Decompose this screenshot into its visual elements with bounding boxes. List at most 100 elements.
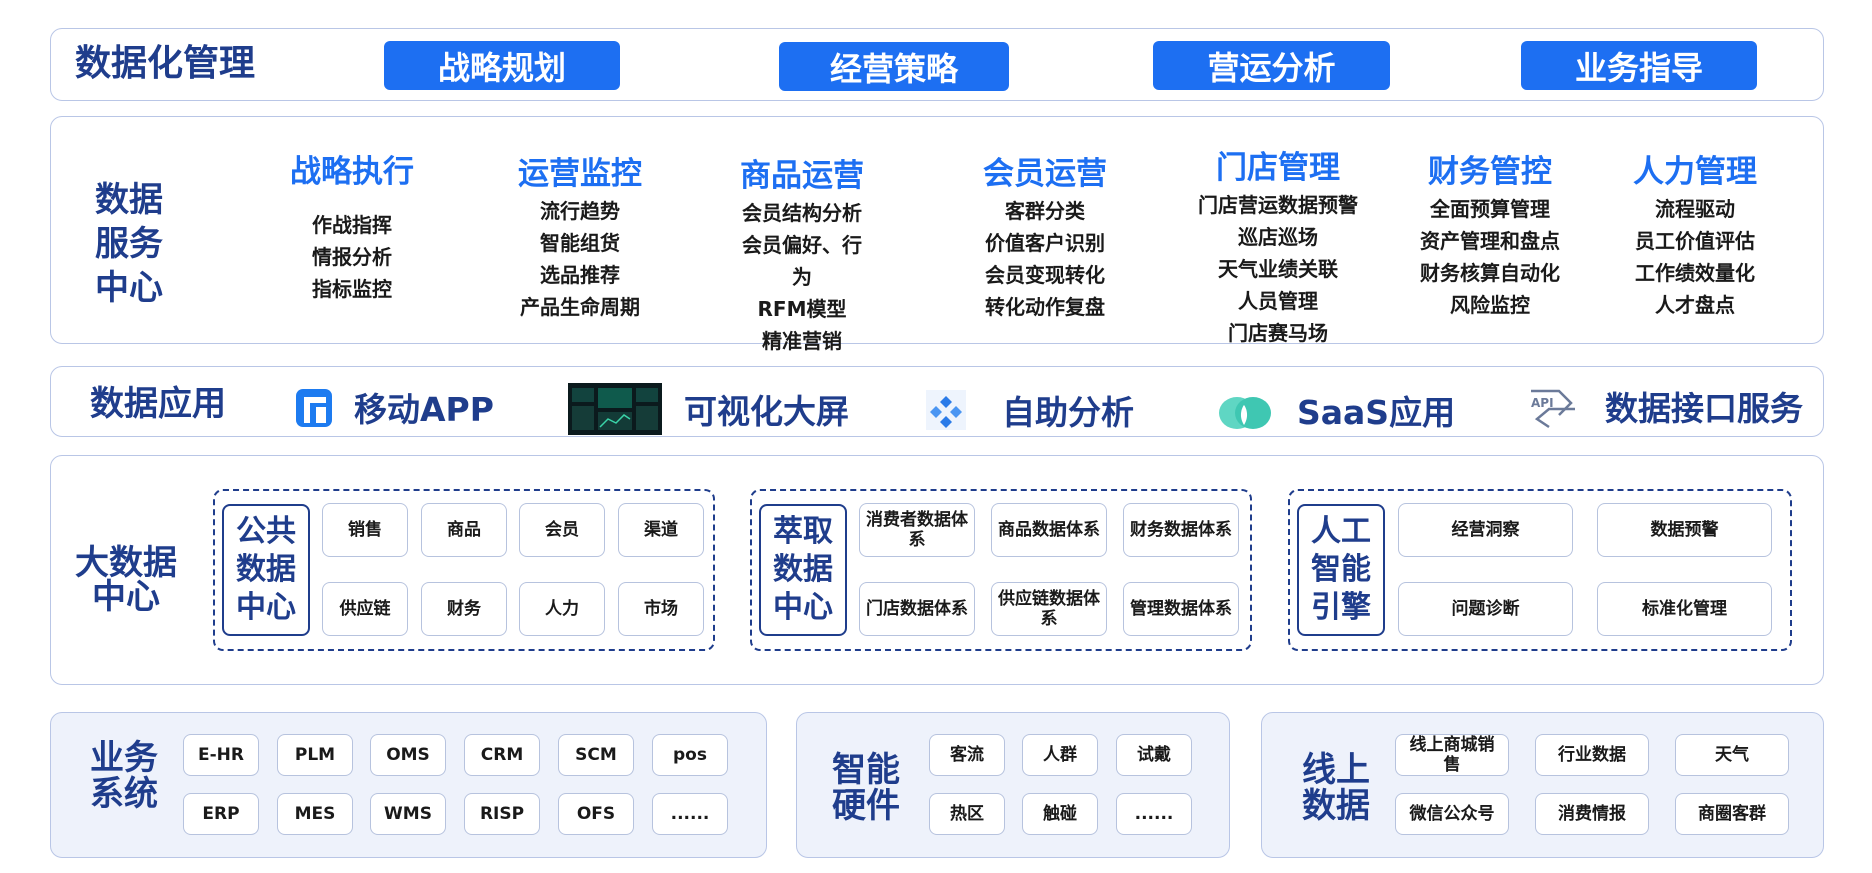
hardware-tile: 试戴 [1116,734,1192,776]
column-item: 选品推荐 [540,263,620,287]
column-item: 价值客户识别 [985,231,1105,255]
data-tile: 渠道 [618,503,704,557]
app-label: 移动APP [354,390,494,429]
service-column-finance-control: 财务管控 全面预算管理 资产管理和盘点 财务核算自动化 风险监控 [1400,146,1580,321]
system-tile: WMS [370,793,446,835]
mobile-app-item[interactable]: 移动APP [292,383,494,431]
hardware-tile: 触碰 [1022,793,1098,835]
online-data-tile: 天气 [1675,734,1789,776]
column-item: 资产管理和盘点 [1420,229,1560,253]
system-tile: SCM [558,734,634,776]
column-heading: 商品运营 [740,158,864,194]
column-item: RFM模型 [757,297,847,321]
business-guidance-button[interactable]: 业务指导 [1521,41,1757,90]
dashboard-screen-icon [568,383,662,435]
column-item: 员工价值评估 [1635,229,1755,253]
column-item: 智能组货 [540,231,620,255]
service-column-store-management: 门店管理 门店营运数据预警 巡店巡场 天气业绩关联 人员管理 门店赛马场 [1183,142,1373,349]
online-data-tile: 行业数据 [1535,734,1649,776]
hardware-tile: 人群 [1022,734,1098,776]
column-item: 门店赛马场 [1228,321,1328,345]
smart-hardware-title: 智能硬件 [832,750,900,826]
app-label: 可视化大屏 [684,392,849,431]
online-data-title: 线上数据 [1302,750,1370,826]
business-strategy-button[interactable]: 经营策略 [779,42,1009,91]
system-tile: ERP [183,793,259,835]
data-tile: 会员 [519,503,605,557]
data-tile: 经营洞察 [1398,503,1573,557]
svg-text:API: API [1531,396,1554,410]
mobile-app-icon [296,389,332,427]
data-tile: 管理数据体系 [1123,582,1239,636]
service-column-strategy-execution: 战略执行 作战指挥 情报分析 指标监控 [262,146,442,305]
column-item: 指标监控 [312,277,392,301]
column-item: 会员变现转化 [985,263,1105,287]
system-tile: pos [652,734,728,776]
system-tile: ...... [652,793,728,835]
data-service-title: 数据服务中心 [95,180,163,308]
column-heading: 运营监控 [518,156,642,192]
business-system-title: 业务系统 [90,738,158,814]
system-tile: MES [277,793,353,835]
strategy-planning-button[interactable]: 战略规划 [384,41,620,90]
hardware-tile: 客流 [929,734,1005,776]
system-tile: E-HR [183,734,259,776]
column-item: 会员结构分析 [742,201,862,225]
data-interface-item[interactable]: API 数据接口服务 [1525,380,1803,432]
self-analysis-icon [926,390,966,430]
data-tile: 人力 [519,582,605,636]
column-item: 巡店巡场 [1238,225,1318,249]
service-column-hr-management: 人力管理 流程驱动 员工价值评估 工作绩效量化 人才盘点 [1605,146,1785,321]
column-item: 精准营销 [762,329,842,353]
app-label: 数据接口服务 [1605,389,1803,428]
column-item: 人员管理 [1238,289,1318,313]
big-data-title: 大数据中心 [75,543,177,617]
data-tile: 商品 [421,503,507,557]
online-data-tile: 线上商城销售 [1395,734,1509,776]
column-item: 客群分类 [1005,199,1085,223]
column-item: 人才盘点 [1655,293,1735,317]
operation-analysis-button[interactable]: 营运分析 [1153,41,1390,90]
column-heading: 门店管理 [1216,150,1340,186]
app-label: 自助分析 [1002,393,1134,432]
column-item: 工作绩效量化 [1635,261,1755,285]
system-tile: OMS [370,734,446,776]
column-item: 门店营运数据预警 [1198,193,1358,217]
data-tile: 财务 [421,582,507,636]
saas-application-item[interactable]: SaaS应用 [1215,384,1455,436]
column-heading: 会员运营 [983,156,1107,192]
column-item: 全面预算管理 [1430,197,1550,221]
column-item: 流程驱动 [1655,197,1735,221]
management-title: 数据化管理 [75,43,256,84]
column-item: 转化动作复盘 [985,295,1105,319]
system-tile: CRM [464,734,540,776]
online-data-tile: 商圈客群 [1675,793,1789,835]
column-item: 会员偏好、行为 [742,233,862,289]
data-tile: 商品数据体系 [991,503,1107,557]
data-tile: 问题诊断 [1398,582,1573,636]
online-data-tile: 消费情报 [1535,793,1649,835]
column-item: 财务核算自动化 [1420,261,1560,285]
column-item: 流行趋势 [540,199,620,223]
data-tile: 供应链数据体系 [991,582,1107,636]
visual-screen-item[interactable]: 可视化大屏 [568,383,849,435]
online-data-tile: 微信公众号 [1395,793,1509,835]
column-heading: 人力管理 [1633,154,1757,190]
app-label: SaaS应用 [1297,393,1456,432]
service-column-operation-monitoring: 运营监控 流行趋势 智能组货 选品推荐 产品生命周期 [490,148,670,323]
data-tile: 数据预警 [1597,503,1772,557]
data-tile: 标准化管理 [1597,582,1772,636]
hardware-tile: ...... [1116,793,1192,835]
saas-cloud-icon [1219,397,1271,429]
self-analysis-item[interactable]: 自助分析 [920,386,1134,434]
data-tile: 销售 [322,503,408,557]
service-column-product-operation: 商品运营 会员结构分析 会员偏好、行为 RFM模型 精准营销 [712,150,892,357]
column-item: 风险监控 [1450,293,1530,317]
ai-engine-label: 人工智能引擎 [1297,504,1385,636]
public-data-center-label: 公共数据中心 [222,504,310,636]
api-interface-icon: API [1531,389,1575,429]
extracted-data-center-label: 萃取数据中心 [759,504,847,636]
column-heading: 财务管控 [1428,154,1552,190]
column-item: 情报分析 [312,245,392,269]
column-item: 产品生命周期 [520,295,640,319]
